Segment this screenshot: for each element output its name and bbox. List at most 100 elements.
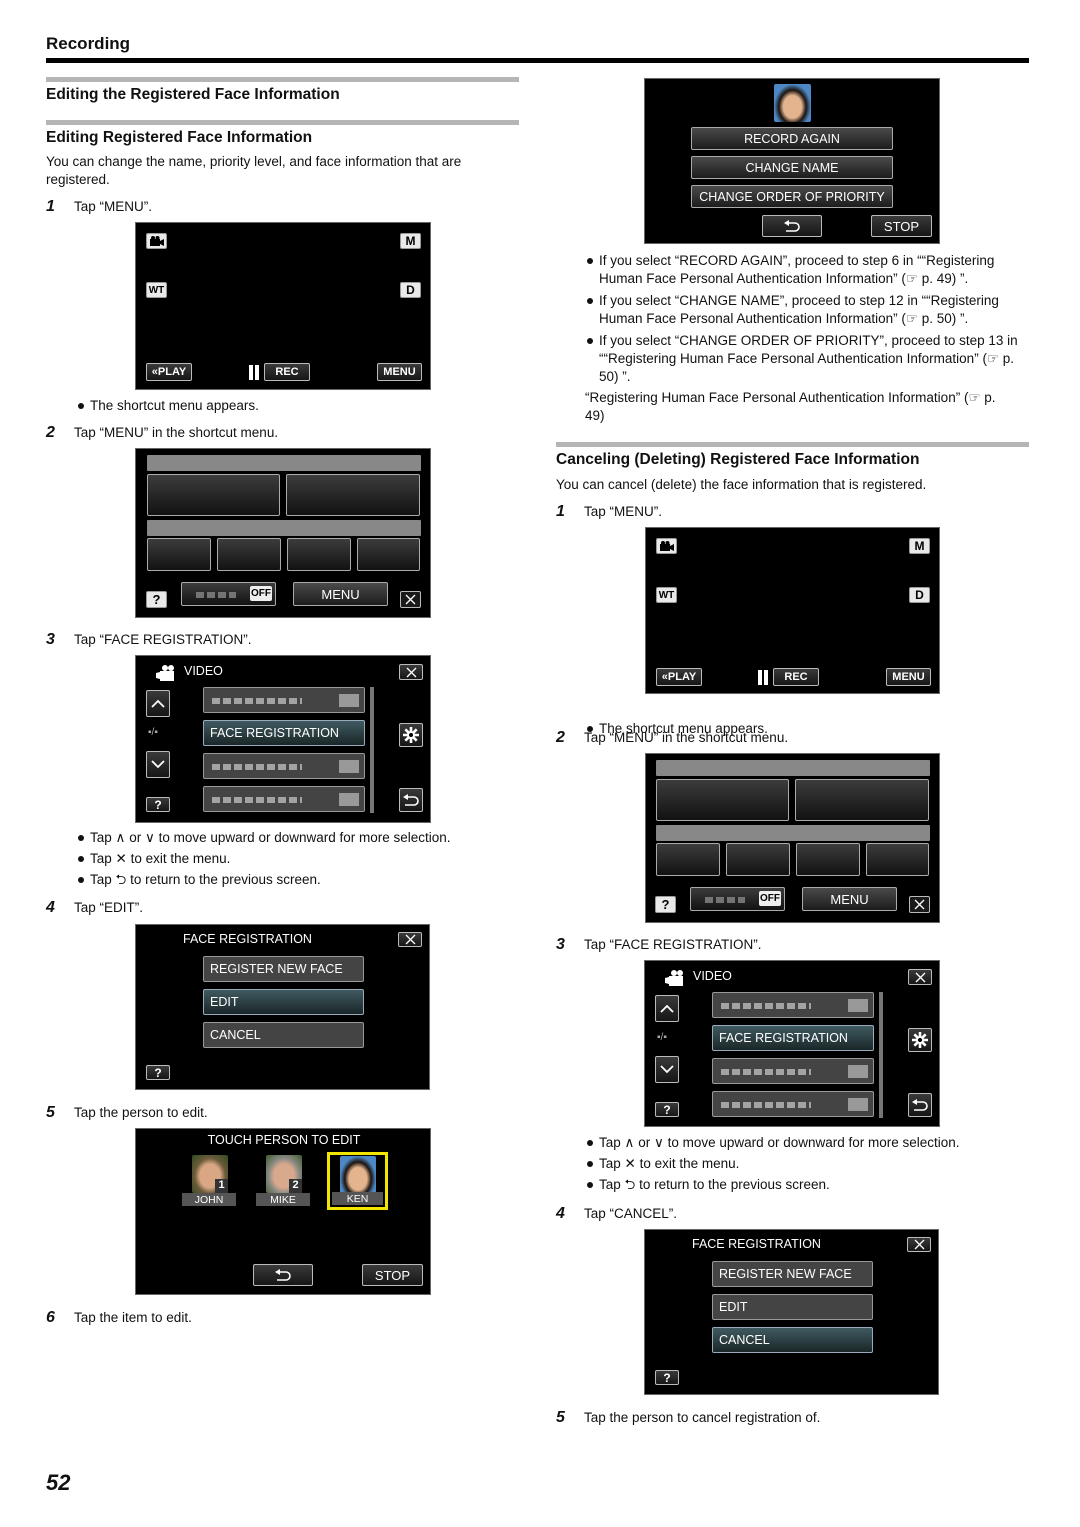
screen-title: TOUCH PERSON TO EDIT [207, 1133, 361, 1147]
step-text: Tap “EDIT”. [74, 900, 144, 915]
scroll-up-button[interactable] [146, 690, 170, 717]
back-icon[interactable] [399, 788, 423, 812]
help-button[interactable]: ? [146, 797, 170, 812]
menu-item-face-registration[interactable]: FACE REGISTRATION [712, 1025, 874, 1051]
shortcut-tile[interactable] [795, 779, 929, 821]
shortcut-tile[interactable] [147, 538, 211, 571]
down-icon: ∨ [144, 830, 155, 845]
play-button[interactable]: «PLAY [656, 668, 702, 686]
shortcut-tile[interactable] [656, 779, 789, 821]
video-mode-icon[interactable] [656, 538, 677, 554]
shortcut-tile[interactable] [726, 843, 790, 876]
shortcut-tile[interactable] [147, 474, 280, 516]
zoom-wt-button[interactable]: WT [656, 587, 677, 603]
display-button[interactable]: D [909, 587, 930, 603]
stop-button[interactable]: STOP [362, 1264, 423, 1286]
help-button[interactable]: ? [655, 896, 676, 913]
heading-editing-registered: Editing Registered Face Information [46, 129, 313, 146]
menu-item-face-registration[interactable]: FACE REGISTRATION [203, 720, 365, 746]
note-scroll: Tap ∧ or ∨ to move upward or downward fo… [585, 1134, 960, 1152]
face-registration-screen: FACE REGISTRATION REGISTER NEW FACE EDIT… [135, 924, 430, 1090]
shortcut-menu-button[interactable]: MENU [802, 887, 897, 911]
screen-title: FACE REGISTRATION [692, 1237, 821, 1251]
scrollbar[interactable] [370, 687, 374, 813]
shortcut-toggle-off[interactable]: OFF [690, 887, 785, 911]
change-name-button[interactable]: CHANGE NAME [691, 156, 893, 179]
edit-button[interactable]: EDIT [712, 1294, 873, 1320]
shortcut-tile[interactable] [217, 538, 281, 571]
close-icon[interactable] [399, 664, 423, 680]
manual-mode-button[interactable]: M [400, 233, 421, 249]
step-text: Tap “MENU”. [74, 199, 153, 214]
menu-notes: Tap ∧ or ∨ to move upward or downward fo… [585, 1134, 960, 1194]
menu-button[interactable]: MENU [377, 363, 422, 381]
gear-icon[interactable] [908, 1028, 932, 1052]
manual-mode-button[interactable]: M [909, 538, 930, 554]
edit-option-notes: If you select “RECORD AGAIN”, proceed to… [585, 252, 1030, 386]
cancel-button[interactable]: CANCEL [203, 1022, 364, 1048]
close-icon[interactable] [909, 896, 930, 913]
scroll-up-button[interactable] [655, 995, 679, 1022]
step-number: 5 [46, 1104, 55, 1121]
face-thumbnail [340, 1156, 376, 1194]
close-icon[interactable] [398, 932, 422, 947]
display-button[interactable]: D [400, 282, 421, 298]
shortcut-tile[interactable] [866, 843, 929, 876]
menu-item-blurred[interactable] [203, 753, 365, 779]
gear-icon[interactable] [399, 723, 423, 747]
menu-item-blurred[interactable] [203, 786, 365, 812]
help-button[interactable]: ? [146, 591, 167, 608]
edit-button[interactable]: EDIT [203, 989, 364, 1015]
screen-title: FACE REGISTRATION [183, 932, 312, 946]
back-button[interactable] [253, 1264, 313, 1286]
person-ken-selected[interactable]: KEN [327, 1152, 388, 1210]
menu-item-blurred[interactable] [712, 992, 874, 1018]
menu-item-blurred[interactable] [203, 687, 365, 713]
shortcut-tile[interactable] [357, 538, 420, 571]
step-number: 2 [556, 729, 565, 746]
help-button[interactable]: ? [655, 1370, 679, 1385]
help-button[interactable]: ? [655, 1102, 679, 1117]
person-mike[interactable]: 2 MIKE [256, 1155, 311, 1207]
shortcut-menu-button[interactable]: MENU [293, 582, 388, 606]
person-john[interactable]: 1 JOHN [182, 1155, 237, 1207]
zoom-wt-button[interactable]: WT [146, 282, 167, 298]
scrollbar[interactable] [879, 992, 883, 1118]
scroll-down-button[interactable] [655, 1056, 679, 1083]
shortcut-tile[interactable] [796, 843, 860, 876]
up-icon: ∧ [624, 1135, 635, 1150]
video-camera-icon [156, 665, 178, 681]
cancel-step-5: 5 Tap the person to cancel registration o… [556, 1409, 820, 1427]
reference-link[interactable]: “Registering Human Face Personal Authent… [585, 389, 1005, 425]
close-icon[interactable] [908, 969, 932, 985]
menu-item-blurred[interactable] [712, 1058, 874, 1084]
heading-canceling: Canceling (Deleting) Registered Face Inf… [556, 451, 920, 468]
shortcut-tile[interactable] [286, 474, 420, 516]
menu-title: VIDEO [693, 969, 732, 983]
close-icon[interactable] [400, 591, 421, 608]
rec-button[interactable]: REC [773, 668, 819, 686]
back-icon[interactable] [908, 1093, 932, 1117]
step-number: 5 [556, 1409, 565, 1426]
close-icon[interactable] [907, 1237, 931, 1252]
shortcut-tile[interactable] [656, 843, 720, 876]
help-button[interactable]: ? [146, 1065, 170, 1080]
menu-item-blurred[interactable] [712, 1091, 874, 1117]
shortcut-tile[interactable] [287, 538, 351, 571]
change-priority-button[interactable]: CHANGE ORDER OF PRIORITY [691, 185, 893, 208]
shortcut-toggle-off[interactable]: OFF [181, 582, 276, 606]
register-new-face-button[interactable]: REGISTER NEW FACE [712, 1261, 873, 1287]
cancel-step-2: 2 Tap “MENU” in the shortcut menu. [556, 729, 788, 747]
menu-button[interactable]: MENU [886, 668, 931, 686]
record-again-button[interactable]: RECORD AGAIN [691, 127, 893, 150]
rec-button[interactable]: REC [264, 363, 310, 381]
back-button[interactable] [762, 215, 822, 237]
play-button[interactable]: «PLAY [146, 363, 192, 381]
stop-button[interactable]: STOP [871, 215, 932, 237]
person-name: KEN [332, 1192, 383, 1205]
scroll-down-button[interactable] [146, 751, 170, 778]
register-new-face-button[interactable]: REGISTER NEW FACE [203, 956, 364, 982]
note-back: Tap ⮌ to return to the previous screen. [585, 1176, 960, 1194]
cancel-button[interactable]: CANCEL [712, 1327, 873, 1353]
video-mode-icon[interactable] [146, 233, 167, 249]
